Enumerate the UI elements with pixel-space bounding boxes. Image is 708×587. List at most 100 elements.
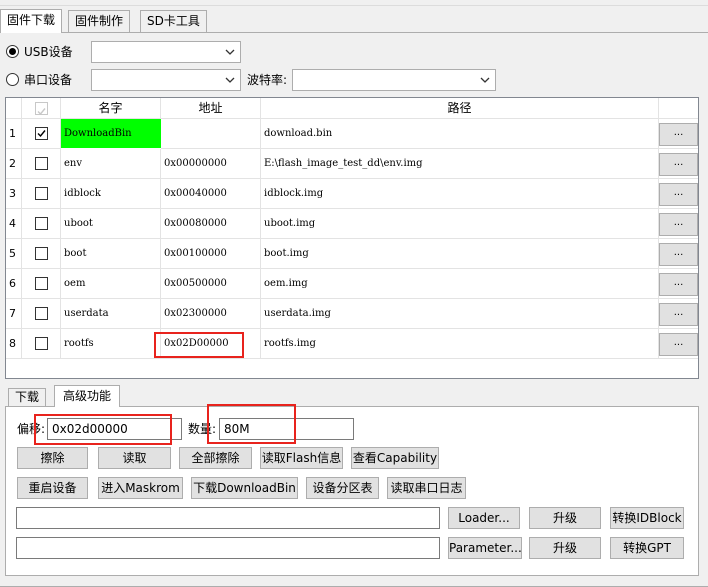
annotation-box-address — [154, 332, 244, 358]
row-browse-cell: ... — [659, 239, 698, 269]
browse-button[interactable]: ... — [659, 183, 698, 206]
row-name[interactable]: userdata — [61, 299, 161, 329]
browse-button[interactable]: ... — [659, 243, 698, 266]
row-path[interactable]: oem.img — [261, 269, 659, 299]
row-name[interactable]: DownloadBin — [61, 119, 161, 149]
row-index: 2 — [6, 149, 22, 179]
convert-gpt-button[interactable]: 转换GPT — [610, 537, 684, 559]
download-downloadbin-button[interactable]: 下载DownloadBin — [191, 477, 298, 499]
row-checkbox[interactable] — [35, 217, 48, 230]
row-name[interactable]: uboot — [61, 209, 161, 239]
row-checkbox[interactable] — [35, 277, 48, 290]
erase-all-button[interactable]: 全部擦除 — [179, 447, 252, 469]
row-checkbox[interactable] — [35, 307, 48, 320]
read-serial-log-button[interactable]: 读取串口日志 — [387, 477, 466, 499]
device-partition-table-button[interactable]: 设备分区表 — [306, 477, 379, 499]
row-path[interactable]: boot.img — [261, 239, 659, 269]
browse-button[interactable]: ... — [659, 213, 698, 236]
serial-device-select[interactable] — [91, 69, 241, 91]
row-index: 5 — [6, 239, 22, 269]
row-checkbox[interactable] — [35, 337, 48, 350]
read-button[interactable]: 读取 — [98, 447, 171, 469]
row-name-highlight: DownloadBin — [61, 119, 161, 148]
row-checkbox[interactable] — [35, 187, 48, 200]
tab-firmware-download[interactable]: 固件下载 — [0, 9, 63, 33]
select-all-checkbox[interactable] — [35, 102, 48, 116]
row-index: 8 — [6, 329, 22, 359]
row-checkbox-cell[interactable] — [22, 149, 61, 179]
row-checkbox[interactable] — [35, 157, 48, 170]
loader-path-input[interactable] — [16, 507, 440, 529]
loader-button[interactable]: Loader... — [448, 507, 520, 529]
browse-button[interactable]: ... — [659, 153, 698, 176]
usb-device-select[interactable] — [91, 41, 241, 63]
header-browse — [659, 98, 698, 119]
row-address[interactable]: 0x00080000 — [161, 209, 261, 239]
row-path[interactable]: E:\flash_image_test_dd\env.img — [261, 149, 659, 179]
row-index: 6 — [6, 269, 22, 299]
row-path[interactable]: download.bin — [261, 119, 659, 149]
baud-label: 波特率: — [247, 73, 288, 87]
row-name[interactable]: env — [61, 149, 161, 179]
row-name[interactable]: oem — [61, 269, 161, 299]
row-browse-cell: ... — [659, 119, 698, 149]
row-name[interactable]: boot — [61, 239, 161, 269]
baud-rate-select[interactable] — [292, 69, 496, 91]
view-capability-button[interactable]: 查看Capability — [351, 447, 439, 469]
browse-button[interactable]: ... — [659, 333, 698, 356]
row-checkbox[interactable] — [35, 127, 48, 140]
window-top-strip — [0, 0, 708, 6]
browse-button[interactable]: ... — [659, 273, 698, 296]
reboot-device-button[interactable]: 重启设备 — [17, 477, 88, 499]
row-index: 3 — [6, 179, 22, 209]
enter-maskrom-button[interactable]: 进入Maskrom — [98, 477, 183, 499]
erase-button[interactable]: 擦除 — [17, 447, 88, 469]
row-index: 1 — [6, 119, 22, 149]
row-name[interactable]: rootfs — [61, 329, 161, 359]
usb-radio[interactable] — [6, 45, 19, 58]
header-name[interactable]: 名字 — [61, 98, 161, 119]
row-checkbox-cell[interactable] — [22, 299, 61, 329]
tab-advanced[interactable]: 高级功能 — [54, 385, 121, 407]
row-address[interactable]: 0x02300000 — [161, 299, 261, 329]
row-checkbox-cell[interactable] — [22, 239, 61, 269]
row-path[interactable]: idblock.img — [261, 179, 659, 209]
header-path[interactable]: 路径 — [261, 98, 659, 119]
serial-radio[interactable] — [6, 73, 19, 86]
row-browse-cell: ... — [659, 179, 698, 209]
row-address[interactable] — [161, 119, 261, 149]
chevron-down-icon — [225, 77, 235, 83]
header-select-all[interactable] — [22, 98, 61, 119]
row-browse-cell: ... — [659, 329, 698, 359]
parameter-path-input[interactable] — [16, 537, 440, 559]
upgrade-parameter-button[interactable]: 升级 — [529, 537, 601, 559]
convert-idblock-button[interactable]: 转换IDBlock — [610, 507, 684, 529]
row-checkbox-cell[interactable] — [22, 269, 61, 299]
tab-firmware-make[interactable]: 固件制作 — [68, 10, 131, 32]
row-address[interactable]: 0x00100000 — [161, 239, 261, 269]
parameter-button[interactable]: Parameter... — [448, 537, 522, 559]
row-name[interactable]: idblock — [61, 179, 161, 209]
header-address[interactable]: 地址 — [161, 98, 261, 119]
row-checkbox-cell[interactable] — [22, 329, 61, 359]
row-checkbox-cell[interactable] — [22, 209, 61, 239]
chevron-down-icon — [225, 49, 235, 55]
row-checkbox-cell[interactable] — [22, 119, 61, 149]
row-address[interactable]: 0x00500000 — [161, 269, 261, 299]
row-address[interactable]: 0x00000000 — [161, 149, 261, 179]
row-address[interactable]: 0x00040000 — [161, 179, 261, 209]
upgrade-loader-button[interactable]: 升级 — [529, 507, 601, 529]
tab-sd-tool[interactable]: SD卡工具 — [140, 10, 207, 32]
row-checkbox[interactable] — [35, 247, 48, 260]
row-path[interactable]: rootfs.img — [261, 329, 659, 359]
row-index: 4 — [6, 209, 22, 239]
browse-button[interactable]: ... — [659, 123, 698, 146]
annotation-box-count — [207, 404, 296, 444]
annotation-box-offset — [34, 414, 172, 445]
browse-button[interactable]: ... — [659, 303, 698, 326]
row-checkbox-cell[interactable] — [22, 179, 61, 209]
tab-download[interactable]: 下载 — [8, 388, 47, 406]
row-path[interactable]: userdata.img — [261, 299, 659, 329]
read-flash-info-button[interactable]: 读取Flash信息 — [260, 447, 343, 469]
row-path[interactable]: uboot.img — [261, 209, 659, 239]
